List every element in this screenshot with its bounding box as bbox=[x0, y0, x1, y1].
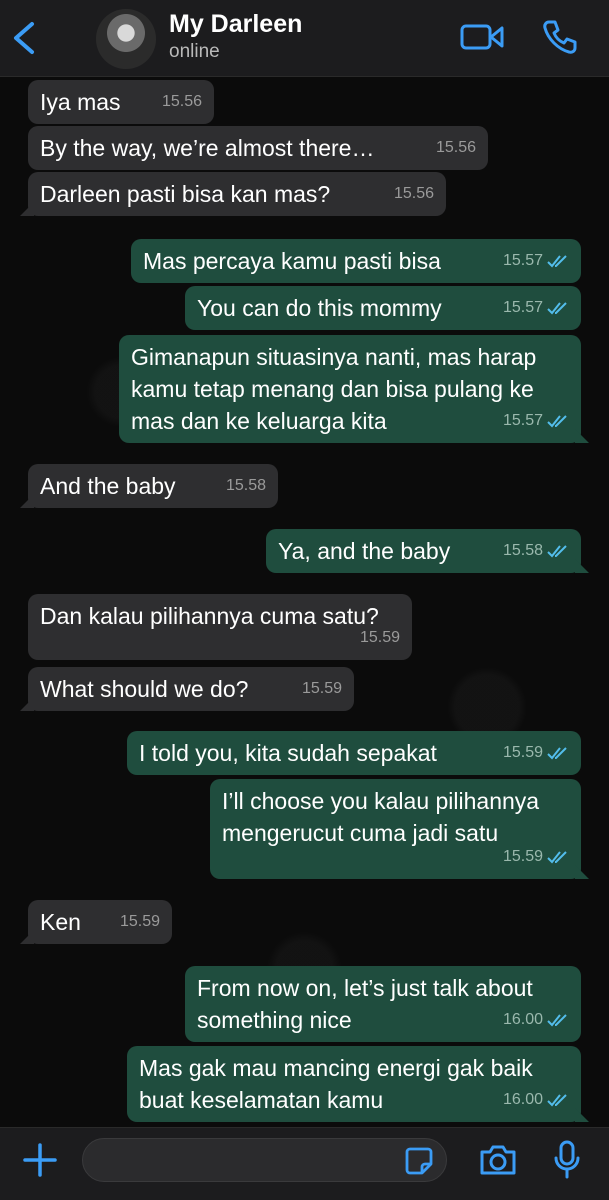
message-text: Dan kalau pilihannya cuma satu? bbox=[40, 603, 379, 629]
message-text: Iya mas bbox=[40, 89, 121, 115]
message-bubble-outgoing[interactable]: I’ll choose you kalau pilihannya mengeru… bbox=[210, 779, 589, 879]
read-receipt-icon bbox=[547, 545, 567, 558]
message-bubble-incoming[interactable]: Iya mas 15.56 bbox=[28, 80, 214, 124]
message-text: And the baby bbox=[40, 473, 176, 499]
chat-area[interactable]: Iya mas 15.56 By the way, we’re almost t… bbox=[0, 77, 609, 1127]
message-time: 15.57 bbox=[503, 292, 569, 324]
message-bubble-outgoing[interactable]: Gimanapun situasinya nanti, mas harap ka… bbox=[119, 335, 589, 443]
message-time: 15.56 bbox=[435, 139, 476, 156]
message-text: Mas gak mau mancing energi gak baik buat… bbox=[139, 1055, 533, 1113]
message-text: From now on, let’s just talk about somet… bbox=[197, 975, 533, 1033]
read-receipt-icon bbox=[547, 255, 567, 268]
message-time: 15.59 bbox=[503, 841, 569, 873]
message-bubble-outgoing[interactable]: Ya, and the baby 15.58 bbox=[266, 529, 589, 573]
video-camera-icon[interactable] bbox=[460, 20, 504, 54]
contact-status: online bbox=[169, 41, 220, 62]
composer-bar bbox=[0, 1127, 609, 1200]
avatar[interactable] bbox=[96, 9, 156, 69]
message-input[interactable] bbox=[82, 1138, 447, 1182]
message-text: Ken bbox=[40, 909, 81, 935]
message-bubble-incoming[interactable]: Ken 15.59 bbox=[20, 900, 172, 944]
microphone-icon[interactable] bbox=[552, 1140, 582, 1180]
read-receipt-icon bbox=[547, 1014, 567, 1027]
message-time: 16.00 bbox=[503, 1084, 569, 1116]
message-bubble-incoming[interactable]: What should we do? 15.59 bbox=[20, 667, 354, 711]
read-receipt-icon bbox=[547, 415, 567, 428]
message-bubble-outgoing[interactable]: From now on, let’s just talk about somet… bbox=[185, 966, 581, 1042]
message-bubble-outgoing[interactable]: Mas percaya kamu pasti bisa 15.57 bbox=[131, 239, 581, 283]
read-receipt-icon bbox=[547, 747, 567, 760]
message-text: Mas percaya kamu pasti bisa bbox=[143, 248, 441, 274]
message-time: 15.58 bbox=[503, 535, 569, 567]
message-time: 15.56 bbox=[161, 93, 202, 110]
sticker-icon[interactable] bbox=[404, 1146, 434, 1176]
message-text: By the way, we’re almost there… bbox=[40, 135, 375, 161]
chat-header: My Darleen online bbox=[0, 0, 609, 77]
message-bubble-incoming[interactable]: Darleen pasti bisa kan mas? 15.56 bbox=[20, 172, 446, 216]
message-bubble-outgoing[interactable]: You can do this mommy 15.57 bbox=[185, 286, 581, 330]
message-text: Darleen pasti bisa kan mas? bbox=[40, 181, 331, 207]
chevron-left-icon[interactable] bbox=[10, 20, 40, 56]
message-time: 15.57 bbox=[503, 245, 569, 277]
message-bubble-incoming[interactable]: By the way, we’re almost there… 15.56 bbox=[28, 126, 488, 170]
message-time: 15.56 bbox=[393, 185, 434, 202]
read-receipt-icon bbox=[547, 851, 567, 864]
plus-icon[interactable] bbox=[22, 1142, 58, 1178]
message-bubble-outgoing[interactable]: I told you, kita sudah sepakat 15.59 bbox=[127, 731, 581, 775]
phone-icon[interactable] bbox=[541, 18, 579, 56]
message-time: 15.58 bbox=[225, 477, 266, 494]
message-time: 15.59 bbox=[359, 629, 400, 646]
message-time: 15.59 bbox=[119, 913, 160, 930]
read-receipt-icon bbox=[547, 1094, 567, 1107]
message-text: What should we do? bbox=[40, 676, 249, 702]
message-bubble-incoming[interactable]: Dan kalau pilihannya cuma satu? 15.59 bbox=[28, 594, 412, 660]
message-bubble-outgoing[interactable]: Mas gak mau mancing energi gak baik buat… bbox=[127, 1046, 589, 1122]
message-text: Gimanapun situasinya nanti, mas harap ka… bbox=[131, 344, 537, 434]
message-text: I told you, kita sudah sepakat bbox=[139, 740, 437, 766]
read-receipt-icon bbox=[547, 302, 567, 315]
message-time: 15.59 bbox=[301, 680, 342, 697]
message-text: Ya, and the baby bbox=[278, 538, 451, 564]
message-time: 16.00 bbox=[503, 1004, 569, 1036]
camera-icon[interactable] bbox=[478, 1142, 518, 1178]
contact-name[interactable]: My Darleen bbox=[169, 10, 302, 39]
message-text: You can do this mommy bbox=[197, 295, 442, 321]
message-text: I’ll choose you kalau pilihannya mengeru… bbox=[222, 788, 540, 846]
message-time: 15.57 bbox=[503, 405, 569, 437]
message-bubble-incoming[interactable]: And the baby 15.58 bbox=[20, 464, 278, 508]
message-time: 15.59 bbox=[503, 737, 569, 769]
